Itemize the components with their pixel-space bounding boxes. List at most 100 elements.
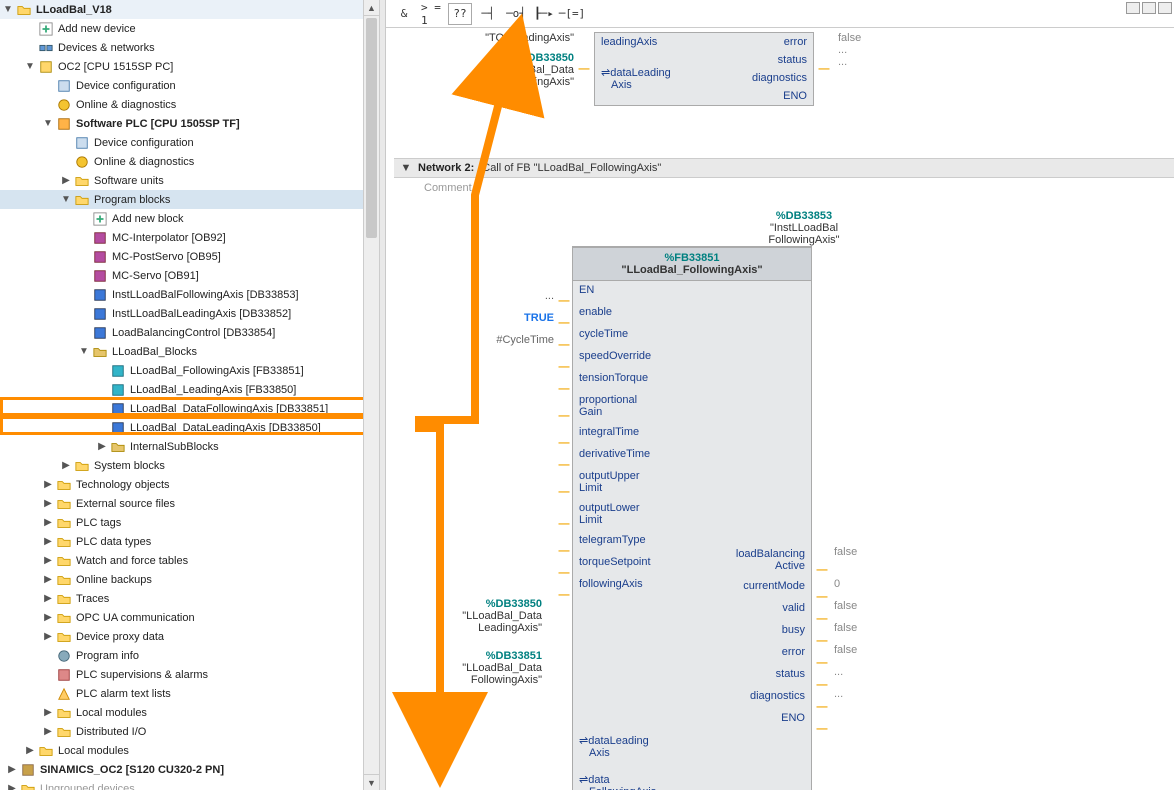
expand-icon[interactable]: ▶ [42, 555, 54, 567]
expand-icon[interactable]: ▶ [42, 517, 54, 529]
input-value[interactable] [424, 378, 554, 400]
network-2-header[interactable]: ▼ Network 2: Call of FB "LLoadBal_Follow… [394, 158, 1174, 178]
input-value[interactable]: ... [424, 290, 554, 312]
tree-scrollbar-thumb[interactable] [366, 18, 377, 238]
expand-icon[interactable] [42, 99, 54, 111]
tree-item[interactable]: PLC alarm text lists [0, 684, 379, 703]
expand-icon[interactable] [24, 23, 36, 35]
port-integralTime[interactable]: integralTime [573, 423, 692, 445]
expand-icon[interactable]: ▶ [96, 441, 108, 453]
tree-item[interactable]: PLC supervisions & alarms [0, 665, 379, 684]
tree-item[interactable]: ▶Traces [0, 589, 379, 608]
tree-item[interactable]: ▼LLoadBal_Blocks [0, 342, 379, 361]
expand-icon[interactable]: ▶ [42, 479, 54, 491]
port-error[interactable]: error [704, 33, 813, 51]
expand-icon[interactable]: ▼ [78, 346, 90, 358]
input-value[interactable] [424, 508, 554, 540]
expand-icon[interactable] [60, 156, 72, 168]
network-collapse-icon[interactable]: ▼ [394, 162, 418, 174]
expand-icon[interactable]: ▼ [60, 194, 72, 206]
port-diagnostics[interactable]: diagnostics [704, 69, 813, 87]
expand-icon[interactable] [42, 80, 54, 92]
network-comment[interactable]: Comment [394, 178, 1174, 198]
tree-item[interactable]: ▶SINAMICS_OC2 [S120 CU320-2 PN] [0, 760, 379, 779]
tree-item[interactable]: ▶External source files [0, 494, 379, 513]
expand-icon[interactable] [96, 384, 108, 396]
tree-item[interactable]: ▶Device proxy data [0, 627, 379, 646]
port-dataFollowingAxis[interactable]: ⇌dataFollowingAxis [573, 770, 692, 790]
input-value[interactable] [424, 400, 554, 432]
port-cycleTime[interactable]: cycleTime [573, 325, 692, 347]
tree-item[interactable]: ▼LLoadBal_V18 [0, 0, 379, 19]
tree-item[interactable]: LoadBalancingControl [DB33854] [0, 323, 379, 342]
port-dataLeadingAxis[interactable]: ⇌dataLeadingAxis [573, 731, 692, 762]
expand-icon[interactable]: ▶ [42, 593, 54, 605]
port-dataLeadingAxis[interactable]: ⇌dataLeadingAxis [595, 63, 704, 94]
tb-gte1[interactable]: > = 1 [420, 3, 444, 25]
tree-item[interactable]: ▶Local modules [0, 703, 379, 722]
port-torqueSetpoint[interactable]: torqueSetpoint [573, 553, 692, 575]
expand-icon[interactable] [96, 422, 108, 434]
tree-item[interactable]: LLoadBal_DataLeadingAxis [DB33850] [0, 418, 379, 437]
port-ENO[interactable]: ENO [692, 709, 811, 731]
tb-no-contact[interactable]: ─┤ [476, 3, 500, 25]
input-value[interactable] [424, 476, 554, 508]
tree-item[interactable]: ▼Software PLC [CPU 1505SP TF] [0, 114, 379, 133]
fb-box-following-axis[interactable]: %FB33851 "LLoadBal_FollowingAxis" ENenab… [572, 246, 812, 790]
expand-icon[interactable] [78, 270, 90, 282]
expand-icon[interactable] [78, 251, 90, 263]
expand-icon[interactable]: ▶ [42, 612, 54, 624]
port-diagnostics[interactable]: diagnostics [692, 687, 811, 709]
tb-and[interactable]: & [392, 3, 416, 25]
expand-icon[interactable]: ▼ [24, 61, 36, 73]
port-outputUpper[interactable]: outputUpperLimit [573, 467, 692, 499]
tree-item[interactable]: Program info [0, 646, 379, 665]
tree-item[interactable]: InstLLoadBalFollowingAxis [DB33853] [0, 285, 379, 304]
tree-scrollbar[interactable]: ▲ ▼ [363, 0, 379, 790]
expand-icon[interactable]: ▼ [42, 118, 54, 130]
tree-item[interactable]: Add new block [0, 209, 379, 228]
tree-item[interactable]: LLoadBal_DataFollowingAxis [DB33851] [0, 399, 379, 418]
port-ENO[interactable]: ENO [704, 87, 813, 105]
tree-item[interactable]: ▶Local modules [0, 741, 379, 760]
tree-item[interactable]: Devices & networks [0, 38, 379, 57]
input-value[interactable] [424, 356, 554, 378]
expand-icon[interactable] [42, 688, 54, 700]
port-derivativeTime[interactable]: derivativeTime [573, 445, 692, 467]
tree-item[interactable]: Add new device [0, 19, 379, 38]
input-value[interactable]: TRUE [424, 312, 554, 334]
expand-icon[interactable] [78, 327, 90, 339]
expand-icon[interactable] [78, 232, 90, 244]
tb-assign[interactable]: ─[=] [560, 3, 584, 25]
tree-item[interactable]: ▶OPC UA communication [0, 608, 379, 627]
window-button[interactable] [1142, 2, 1156, 14]
tree-item[interactable]: ▶Distributed I/O [0, 722, 379, 741]
input-value[interactable] [424, 540, 554, 562]
port-followingAxis[interactable]: followingAxis [573, 575, 692, 597]
port-currentMode[interactable]: currentMode [692, 577, 811, 599]
tree-item[interactable]: MC-Servo [OB91] [0, 266, 379, 285]
expand-icon[interactable]: ▶ [6, 783, 18, 790]
expand-icon[interactable]: ▶ [42, 707, 54, 719]
expand-icon[interactable]: ▶ [60, 175, 72, 187]
port-leadingAxis[interactable]: leadingAxis [595, 33, 704, 51]
input-value[interactable] [424, 562, 554, 584]
port-tensionTorque[interactable]: tensionTorque [573, 369, 692, 391]
tree-item[interactable]: ▶InternalSubBlocks [0, 437, 379, 456]
tree-item[interactable]: Online & diagnostics [0, 152, 379, 171]
tree-item[interactable]: LLoadBal_LeadingAxis [FB33850] [0, 380, 379, 399]
expand-icon[interactable]: ▶ [42, 536, 54, 548]
port-busy[interactable]: busy [692, 621, 811, 643]
window-button[interactable] [1126, 2, 1140, 14]
tree-item[interactable]: ▼OC2 [CPU 1515SP PC] [0, 57, 379, 76]
tree-item[interactable]: MC-Interpolator [OB92] [0, 228, 379, 247]
tree-item[interactable]: ▶Software units [0, 171, 379, 190]
window-button[interactable] [1158, 2, 1172, 14]
input-value[interactable] [424, 432, 554, 454]
port-loadBalancing[interactable]: loadBalancingActive [692, 545, 811, 577]
expand-icon[interactable] [42, 669, 54, 681]
tb-coil[interactable]: ┠─▸ [532, 3, 556, 25]
port-outputLower[interactable]: outputLowerLimit [573, 499, 692, 531]
expand-icon[interactable]: ▶ [42, 498, 54, 510]
tree-item[interactable]: ▶System blocks [0, 456, 379, 475]
